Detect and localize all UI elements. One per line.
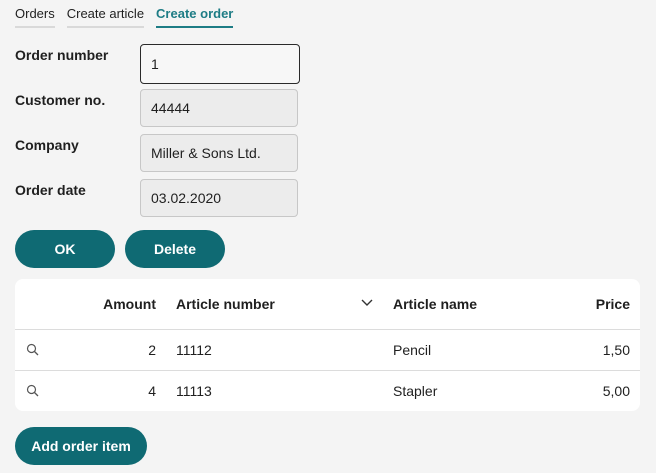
cell-article-number: 11112 [176, 342, 212, 358]
order-date-field[interactable]: 03.02.2020 [140, 179, 298, 217]
order-number-row: Order number [15, 44, 300, 84]
table-header: Amount Article number Article name Price [15, 279, 640, 330]
company-field[interactable]: Miller & Sons Ltd. [140, 134, 298, 172]
customer-no-field[interactable]: 44444 [140, 89, 298, 127]
cell-article-name: Stapler [393, 383, 438, 399]
ok-button[interactable]: OK [15, 230, 115, 268]
table-row[interactable]: 2 11112 Pencil 1,50 [15, 330, 640, 371]
order-number-field[interactable] [140, 44, 300, 84]
table-row[interactable]: 4 11113 Stapler 5,00 [15, 371, 640, 411]
cell-amount: 2 [148, 342, 156, 358]
company-row: Company Miller & Sons Ltd. [15, 134, 300, 174]
cell-price: 5,00 [602, 383, 630, 399]
order-date-row: Order date 03.02.2020 [15, 179, 300, 219]
delete-button[interactable]: Delete [125, 230, 225, 268]
tab-bar: Orders Create article Create order [15, 0, 234, 28]
chevron-down-icon[interactable] [361, 299, 373, 307]
customer-no-row: Customer no. 44444 [15, 89, 300, 129]
cell-article-name: Pencil [393, 342, 432, 358]
order-number-label: Order number [15, 47, 109, 63]
column-header-article-name[interactable]: Article name [393, 296, 477, 312]
tab-create-article[interactable]: Create article [66, 0, 145, 28]
customer-no-label: Customer no. [15, 92, 106, 108]
cell-amount: 4 [148, 383, 156, 399]
column-header-article-number[interactable]: Article number [176, 296, 275, 312]
order-items-table: Amount Article number Article name Price… [15, 279, 640, 411]
search-icon[interactable] [26, 384, 40, 398]
tab-orders[interactable]: Orders [15, 0, 55, 28]
column-header-price[interactable]: Price [596, 296, 630, 312]
column-header-amount[interactable]: Amount [103, 296, 156, 312]
add-order-item-button[interactable]: Add order item [15, 427, 147, 465]
cell-article-number: 11113 [176, 383, 212, 399]
search-icon[interactable] [26, 343, 40, 357]
tab-create-order[interactable]: Create order [156, 0, 234, 28]
order-date-label: Order date [15, 182, 86, 198]
company-label: Company [15, 137, 79, 153]
cell-price: 1,50 [602, 342, 630, 358]
